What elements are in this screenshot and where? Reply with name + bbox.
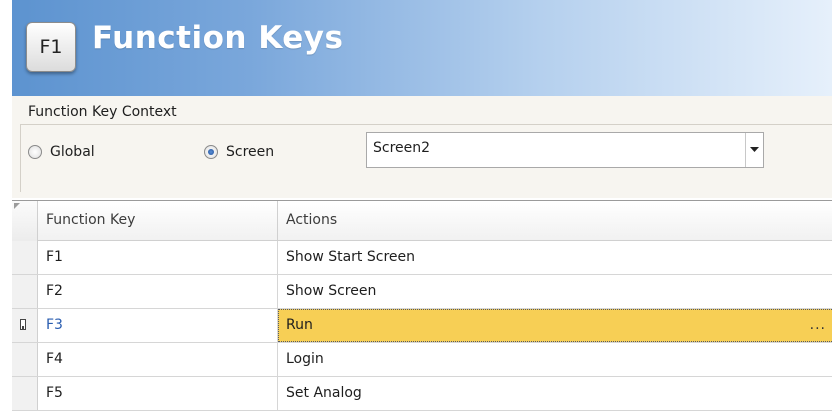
- ellipsis-button[interactable]: ...: [810, 317, 826, 333]
- group-title: Function Key Context: [28, 104, 177, 120]
- row-selector[interactable]: [12, 241, 38, 274]
- function-key-cell[interactable]: F3: [38, 309, 278, 342]
- global-radio[interactable]: Global: [28, 144, 95, 160]
- screen-radio-circle[interactable]: [204, 145, 218, 159]
- header-left-margin: [0, 0, 12, 96]
- action-cell-value[interactable]: Run: [286, 317, 313, 333]
- function-key-context-group: Function Key Context Global Screen Scree…: [12, 96, 832, 198]
- table-row[interactable]: F5 Set Analog: [12, 377, 832, 411]
- table-row[interactable]: F1 Show Start Screen: [12, 241, 832, 275]
- action-cell[interactable]: Login: [278, 343, 832, 376]
- action-cell-editing[interactable]: Run ...: [278, 309, 832, 342]
- group-frame-left: [20, 124, 21, 192]
- table-row[interactable]: F4 Login: [12, 343, 832, 377]
- group-frame-top: [20, 124, 832, 125]
- action-cell[interactable]: Set Analog: [278, 377, 832, 410]
- function-key-icon-label: F1: [39, 36, 63, 58]
- global-radio-label[interactable]: Global: [50, 144, 95, 160]
- edit-row-icon: [20, 319, 26, 330]
- dropdown-button[interactable]: [745, 133, 763, 167]
- title-bar: F1 Function Keys: [0, 0, 832, 96]
- row-selector[interactable]: [12, 377, 38, 410]
- action-cell[interactable]: Show Start Screen: [278, 241, 832, 274]
- grid-corner-cell[interactable]: [12, 201, 38, 241]
- screen-select[interactable]: Screen2: [366, 132, 764, 168]
- page-title: Function Keys: [92, 20, 344, 56]
- function-key-cell[interactable]: F4: [38, 343, 278, 376]
- column-header-function-key[interactable]: Function Key: [38, 201, 278, 241]
- function-keys-grid: Function Key Actions F1 Show Start Scree…: [12, 200, 832, 414]
- grid-header-row: Function Key Actions: [12, 201, 832, 241]
- screen-radio-label[interactable]: Screen: [226, 144, 274, 160]
- function-key-cell[interactable]: F2: [38, 275, 278, 308]
- function-key-cell[interactable]: F5: [38, 377, 278, 410]
- row-selector[interactable]: [12, 309, 38, 342]
- row-selector[interactable]: [12, 275, 38, 308]
- screen-radio[interactable]: Screen: [204, 144, 274, 160]
- table-row[interactable]: F2 Show Screen: [12, 275, 832, 309]
- function-key-cell[interactable]: F1: [38, 241, 278, 274]
- table-row-selected[interactable]: F3 Run ...: [12, 309, 832, 343]
- action-cell[interactable]: Show Screen: [278, 275, 832, 308]
- column-header-actions[interactable]: Actions: [278, 201, 832, 241]
- chevron-down-icon: [750, 147, 759, 152]
- function-key-icon: F1: [26, 22, 76, 72]
- global-radio-circle[interactable]: [28, 145, 42, 159]
- row-selector[interactable]: [12, 343, 38, 376]
- screen-select-value[interactable]: Screen2: [373, 140, 430, 156]
